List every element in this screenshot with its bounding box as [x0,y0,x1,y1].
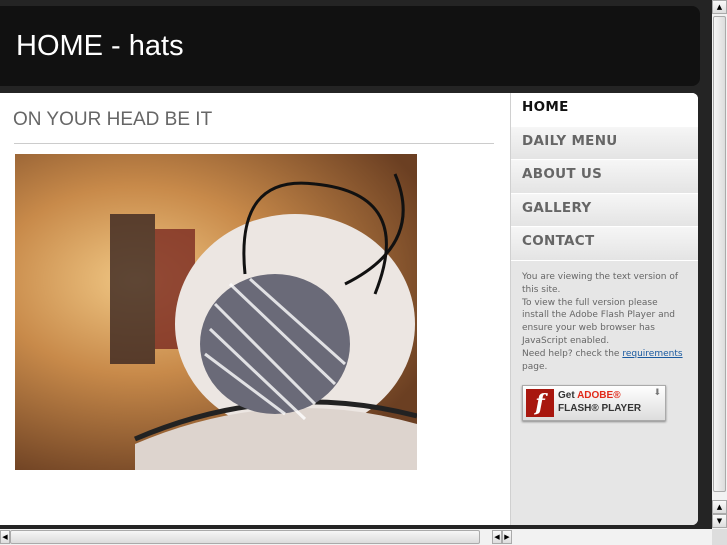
hat-photo [15,154,417,470]
flash-notice: You are viewing the text version of this… [522,271,687,373]
download-icon: ⬇ [653,388,661,398]
flash-player-label: FLASH® PLAYER [558,403,642,414]
requirements-link[interactable]: requirements [622,349,682,359]
scroll-left-icon[interactable]: ◀ [0,530,10,544]
get-flash-player-button[interactable]: f Get ADOBE® FLASH® PLAYER ⬇ [522,385,666,421]
vertical-scroll-thumb[interactable] [713,16,726,492]
flash-logo-icon: f [526,389,554,417]
scroll-down-icon[interactable]: ▼ [712,514,727,528]
main-column: ON YOUR HEAD BE IT [0,93,510,525]
nav-contact[interactable]: CONTACT [511,227,698,261]
site-header: HOME - hats [0,6,700,86]
flash-get-label: Get [558,390,578,401]
scrollbar-corner [712,529,727,545]
page-heading: ON YOUR HEAD BE IT [13,109,213,130]
scroll-right-icon[interactable]: ▶ [502,530,512,544]
site-title: HOME - hats [16,30,184,62]
horizontal-scroll-thumb[interactable] [10,530,480,544]
notice-line: You are viewing the text version of this… [522,272,679,295]
content-area: ON YOUR HEAD BE IT HOME DAILY MENU ABOUT… [0,93,698,525]
scroll-left-icon[interactable]: ◀ [492,530,502,544]
vertical-scrollbar[interactable]: ▲ ▲ ▼ [712,0,727,529]
scroll-up-icon[interactable]: ▲ [712,0,727,14]
scroll-up-icon[interactable]: ▲ [712,500,727,514]
notice-line: page. [522,361,548,372]
notice-line: Need help? check the [522,348,623,359]
horizontal-scrollbar[interactable]: ◀ ◀ ▶ [0,529,712,545]
sidebar: HOME DAILY MENU ABOUT US GALLERY CONTACT… [510,93,698,525]
nav-about-us[interactable]: ABOUT US [511,160,698,194]
nav-gallery[interactable]: GALLERY [511,193,698,228]
divider [14,143,494,144]
flash-adobe-label: ADOBE® [577,390,621,401]
nav-home[interactable]: HOME [511,93,698,127]
notice-line: To view the full version please install … [522,297,676,346]
nav-daily-menu[interactable]: DAILY MENU [511,126,698,161]
